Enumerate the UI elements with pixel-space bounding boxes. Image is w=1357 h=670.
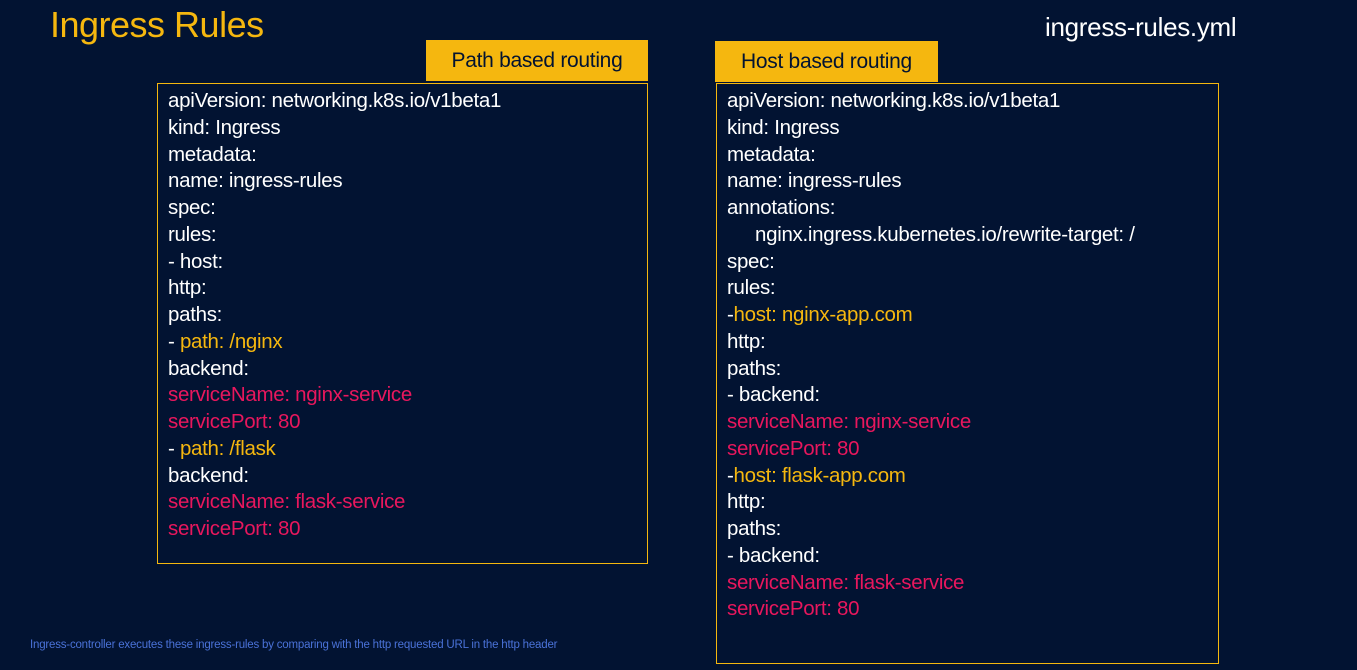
code-line: apiVersion: networking.k8s.io/v1beta1 bbox=[168, 88, 647, 115]
path-routing-label: Path based routing bbox=[426, 40, 648, 81]
code-line: paths: bbox=[727, 356, 1218, 383]
code-line: serviceName: flask-service bbox=[168, 489, 647, 516]
code-segment: rules: bbox=[727, 276, 776, 300]
code-segment: paths: bbox=[727, 356, 782, 380]
code-segment: serviceName: flask-service bbox=[727, 570, 965, 594]
code-line: nginx.ingress.kubernetes.io/rewrite-targ… bbox=[727, 222, 1218, 249]
code-line: http: bbox=[168, 275, 647, 302]
code-segment: name: ingress-rules bbox=[168, 169, 343, 193]
code-segment: paths: bbox=[168, 303, 223, 326]
code-segment: http: bbox=[727, 329, 766, 353]
code-segment: serviceName: nginx-service bbox=[727, 410, 971, 433]
code-line: name: ingress-rules bbox=[727, 168, 1218, 195]
code-line: kind: Ingress bbox=[727, 115, 1218, 142]
host-routing-label: Host based routing bbox=[715, 41, 938, 82]
code-segment: http: bbox=[168, 276, 207, 300]
code-line: annotations: bbox=[727, 195, 1218, 222]
code-line: servicePort: 80 bbox=[727, 436, 1218, 463]
code-segment: servicePort: 80 bbox=[727, 597, 860, 621]
code-line: - backend: bbox=[727, 543, 1218, 570]
code-segment: http: bbox=[727, 490, 766, 514]
code-segment: kind: Ingress bbox=[727, 115, 840, 139]
code-line: - backend: bbox=[727, 382, 1218, 409]
code-segment: rules: bbox=[168, 222, 217, 246]
code-line: paths: bbox=[727, 516, 1218, 543]
code-segment: - bbox=[168, 329, 180, 353]
code-line: spec: bbox=[168, 195, 647, 222]
code-line: - path: /nginx bbox=[168, 329, 647, 356]
code-segment: kind: Ingress bbox=[168, 115, 281, 139]
code-segment: backend: bbox=[168, 463, 249, 487]
code-line: metadata: bbox=[168, 142, 647, 169]
code-segment: path: /nginx bbox=[179, 329, 283, 353]
code-segment: host: nginx-app.com bbox=[733, 303, 913, 326]
code-segment: - bbox=[168, 436, 180, 460]
code-segment: - backend: bbox=[727, 383, 820, 407]
code-line: spec: bbox=[727, 249, 1218, 276]
code-segment: path: /flask bbox=[179, 436, 276, 460]
code-segment: name: ingress-rules bbox=[727, 169, 902, 193]
code-line: serviceName: nginx-service bbox=[727, 409, 1218, 436]
code-line: apiVersion: networking.k8s.io/v1beta1 bbox=[727, 88, 1218, 115]
code-line: metadata: bbox=[727, 142, 1218, 169]
code-line: servicePort: 80 bbox=[168, 516, 647, 543]
slide-title: Ingress Rules bbox=[50, 4, 264, 45]
code-segment: servicePort: 80 bbox=[168, 410, 301, 433]
code-segment: serviceName: flask-service bbox=[168, 490, 406, 514]
code-segment: servicePort: 80 bbox=[727, 436, 860, 460]
host-routing-code-box: apiVersion: networking.k8s.io/v1beta1 kin… bbox=[716, 83, 1219, 664]
code-segment: paths: bbox=[727, 517, 782, 540]
code-segment: annotations: bbox=[727, 196, 836, 219]
code-segment: spec: bbox=[727, 249, 775, 273]
code-line: serviceName: nginx-service bbox=[168, 382, 647, 409]
code-segment: apiVersion: networking.k8s.io/v1beta1 bbox=[727, 89, 1061, 112]
file-name: ingress-rules.yml bbox=[1045, 12, 1237, 42]
code-segment: - backend: bbox=[727, 543, 820, 567]
code-line: kind: Ingress bbox=[168, 115, 647, 142]
path-routing-code-box: apiVersion: networking.k8s.io/v1beta1 kin… bbox=[157, 83, 648, 564]
code-line: - path: /flask bbox=[168, 436, 647, 463]
code-segment: host: flask-app.com bbox=[733, 463, 906, 487]
code-segment: spec: bbox=[168, 196, 216, 219]
code-line: -host: flask-app.com bbox=[727, 463, 1218, 490]
code-line: http: bbox=[727, 489, 1218, 516]
code-segment: servicePort: 80 bbox=[168, 517, 301, 540]
code-line: backend: bbox=[168, 463, 647, 490]
code-line: - host: bbox=[168, 249, 647, 276]
code-line: servicePort: 80 bbox=[168, 409, 647, 436]
code-line: -host: nginx-app.com bbox=[727, 302, 1218, 329]
code-line: backend: bbox=[168, 356, 647, 383]
code-segment: - host: bbox=[168, 249, 223, 273]
code-segment: serviceName: nginx-service bbox=[168, 383, 412, 407]
code-line: rules: bbox=[727, 275, 1218, 302]
code-segment: apiVersion: networking.k8s.io/v1beta1 bbox=[168, 89, 502, 112]
code-line: serviceName: flask-service bbox=[727, 570, 1218, 597]
code-segment: metadata: bbox=[727, 142, 816, 166]
code-line: name: ingress-rules bbox=[168, 168, 647, 195]
code-line: http: bbox=[727, 329, 1218, 356]
code-segment: nginx.ingress.kubernetes.io/rewrite-targ… bbox=[755, 222, 1135, 246]
code-segment: backend: bbox=[168, 356, 249, 380]
code-line: paths: bbox=[168, 302, 647, 329]
code-line: rules: bbox=[168, 222, 647, 249]
code-line: servicePort: 80 bbox=[727, 596, 1218, 623]
code-segment: metadata: bbox=[168, 142, 257, 166]
footnote: Ingress-controller executes these ingres… bbox=[30, 639, 558, 651]
